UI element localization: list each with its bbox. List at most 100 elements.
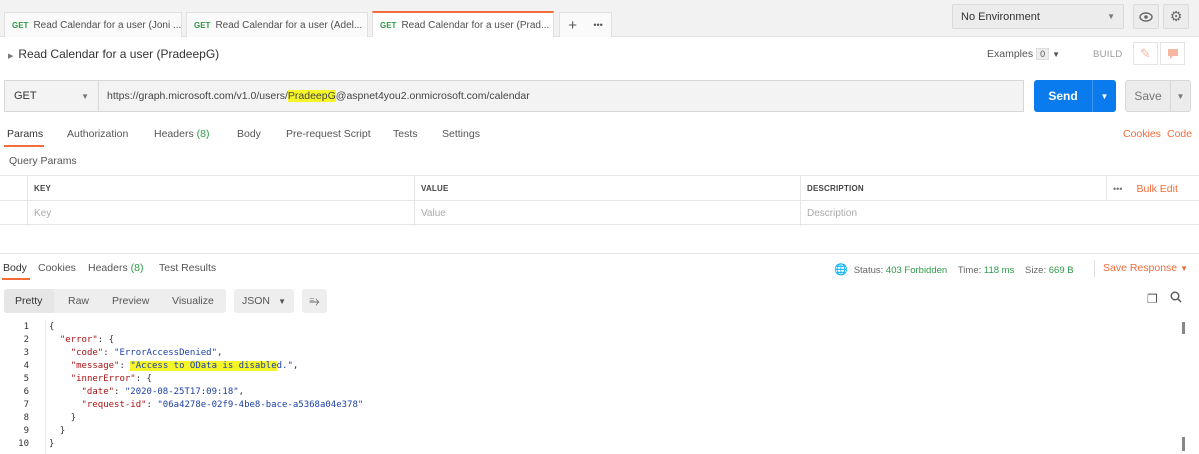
tab-more-button[interactable]: ••• bbox=[593, 20, 602, 30]
response-body-editor[interactable]: 1 2 3 4 5 6 7 8 9 10 { "error": { "code"… bbox=[0, 320, 1199, 454]
tab-headers-label: Headers bbox=[154, 128, 194, 140]
brace: } bbox=[59, 426, 66, 436]
tab-authorization[interactable]: Authorization bbox=[67, 128, 128, 140]
line-number: 3 bbox=[23, 348, 29, 358]
view-preview-button[interactable]: Preview bbox=[112, 295, 149, 307]
request-tab-joni[interactable]: GET Read Calendar for a user (Joni ... bbox=[4, 12, 182, 37]
tab-settings[interactable]: Settings bbox=[442, 128, 480, 140]
response-headers-label: Headers bbox=[88, 262, 128, 274]
request-tab-adel[interactable]: GET Read Calendar for a user (Adel... bbox=[186, 12, 368, 37]
wrap-lines-button[interactable]: ⥱ bbox=[302, 289, 327, 313]
search-icon[interactable] bbox=[1170, 291, 1182, 306]
edit-button[interactable]: ✎ bbox=[1133, 42, 1158, 65]
send-label: Send bbox=[1048, 89, 1078, 103]
code-line: "code": "ErrorAccessDenied", bbox=[70, 348, 223, 358]
comments-button[interactable] bbox=[1160, 42, 1185, 65]
line-number: 8 bbox=[23, 413, 29, 423]
url-input[interactable]: https://graph.microsoft.com/v1.0/users/P… bbox=[98, 80, 1024, 112]
eye-icon bbox=[1139, 11, 1153, 22]
chevron-down-icon[interactable]: ▼ bbox=[1093, 92, 1116, 101]
scrollbar-thumb[interactable] bbox=[1182, 322, 1185, 334]
response-tab-headers[interactable]: Headers (8) bbox=[88, 262, 143, 274]
line-number: 5 bbox=[23, 374, 29, 384]
json-string: "2020-08-25T17:09:18" bbox=[124, 387, 239, 397]
tab-body[interactable]: Body bbox=[237, 128, 261, 140]
column-description: DESCRIPTION bbox=[800, 176, 1106, 201]
more-icon[interactable]: ••• bbox=[1113, 184, 1122, 194]
globe-icon: 🌐 bbox=[834, 264, 848, 276]
response-divider bbox=[0, 253, 1199, 254]
code-link[interactable]: Code bbox=[1167, 128, 1192, 140]
save-button[interactable]: Save ▼ bbox=[1125, 80, 1191, 112]
time-value: 118 ms bbox=[983, 265, 1015, 276]
json-key: "code" bbox=[70, 348, 104, 358]
json-key: "request-id" bbox=[81, 400, 147, 410]
response-tab-cookies[interactable]: Cookies bbox=[38, 262, 76, 274]
response-tab-test-results[interactable]: Test Results bbox=[159, 262, 216, 274]
response-headers-count: (8) bbox=[130, 262, 144, 274]
json-string: "ErrorAccessDenied" bbox=[114, 348, 217, 358]
tab-pre-request-script[interactable]: Pre-request Script bbox=[286, 128, 371, 140]
code-line: } bbox=[49, 438, 54, 451]
format-select[interactable]: JSON ▼ bbox=[234, 289, 294, 313]
code-line: "innerError": { bbox=[70, 374, 152, 384]
param-description-input[interactable]: Description bbox=[800, 201, 1199, 226]
request-title[interactable]: ▶ Read Calendar for a user (PradeepG) bbox=[8, 47, 219, 61]
code-line: } bbox=[49, 412, 76, 425]
json-string: d." bbox=[276, 361, 293, 371]
gear-icon: ⚙ bbox=[1169, 8, 1183, 24]
response-status-bar: 🌐 Status: 403 Forbidden Time: 118 ms Size… bbox=[834, 263, 1074, 276]
url-highlighted-user: PradeepG bbox=[287, 90, 336, 102]
manage-environments-button[interactable]: ⚙ bbox=[1163, 4, 1189, 29]
table-row: Key Value Description bbox=[0, 200, 1199, 226]
tab-method: GET bbox=[12, 20, 29, 30]
response-tab-body[interactable]: Body bbox=[3, 262, 27, 274]
view-visualize-button[interactable]: Visualize bbox=[172, 295, 214, 307]
save-label: Save bbox=[1134, 89, 1162, 103]
param-key-input[interactable]: Key bbox=[27, 201, 414, 226]
chevron-down-icon: ▼ bbox=[278, 296, 286, 306]
tab-method: GET bbox=[194, 20, 211, 30]
line-number: 7 bbox=[23, 400, 29, 410]
bulk-edit-link[interactable]: Bulk Edit bbox=[1136, 183, 1177, 195]
scrollbar-thumb-bottom[interactable] bbox=[1182, 437, 1185, 451]
brace: } bbox=[49, 439, 55, 449]
param-value-input[interactable]: Value bbox=[414, 201, 800, 226]
code-line: "date": "2020-08-25T17:09:18", bbox=[81, 387, 245, 397]
tab-params[interactable]: Params bbox=[7, 128, 43, 140]
cookies-link[interactable]: Cookies bbox=[1123, 128, 1161, 140]
column-value: VALUE bbox=[414, 176, 800, 201]
tab-headers[interactable]: Headers (8) bbox=[154, 128, 209, 140]
examples-label: Examples bbox=[987, 48, 1034, 60]
code-line: { bbox=[49, 321, 54, 334]
request-tab-pradeep[interactable]: GET Read Calendar for a user (Prad... ✕ bbox=[372, 11, 554, 37]
wrap-icon: ⥱ bbox=[309, 293, 320, 308]
line-number: 6 bbox=[23, 387, 29, 397]
method-select[interactable]: GET ▼ bbox=[4, 80, 98, 112]
code-line: "request-id": "06a4278e-02f9-4be8-bace-a… bbox=[81, 400, 364, 410]
time-label: Time: bbox=[957, 265, 982, 276]
json-string: "06a4278e-02f9-4be8-bace-a5368a04e378" bbox=[157, 400, 364, 410]
examples-dropdown[interactable]: Examples 0 ▼ bbox=[987, 48, 1060, 60]
view-pretty-button[interactable]: Pretty bbox=[15, 295, 42, 307]
save-response-button[interactable]: Save Response ▼ bbox=[1103, 262, 1188, 274]
line-number-gutter: 1 2 3 4 5 6 7 8 9 10 bbox=[0, 320, 46, 454]
environment-select[interactable]: No Environment ▼ bbox=[952, 4, 1124, 29]
status-value: 403 Forbidden bbox=[885, 265, 948, 276]
send-button[interactable]: Send ▼ bbox=[1034, 80, 1116, 112]
column-key: KEY bbox=[27, 176, 414, 201]
save-response-label: Save Response bbox=[1103, 262, 1178, 274]
environment-quick-look-button[interactable] bbox=[1133, 4, 1159, 29]
json-key: "message" bbox=[70, 361, 120, 371]
build-label[interactable]: BUILD bbox=[1093, 49, 1122, 60]
new-tab-button[interactable]: + bbox=[568, 17, 577, 34]
chevron-down-icon: ▼ bbox=[1180, 264, 1188, 273]
copy-icon[interactable]: ❐ bbox=[1147, 292, 1158, 306]
tab-tests[interactable]: Tests bbox=[393, 128, 418, 140]
line-number: 9 bbox=[23, 426, 29, 436]
view-raw-button[interactable]: Raw bbox=[68, 295, 89, 307]
chevron-down-icon[interactable]: ▼ bbox=[1171, 92, 1190, 101]
json-string-highlighted: "Access to OData is disable bbox=[130, 361, 277, 371]
tab-title: Read Calendar for a user (Prad... bbox=[401, 19, 550, 31]
query-params-label: Query Params bbox=[9, 155, 77, 167]
